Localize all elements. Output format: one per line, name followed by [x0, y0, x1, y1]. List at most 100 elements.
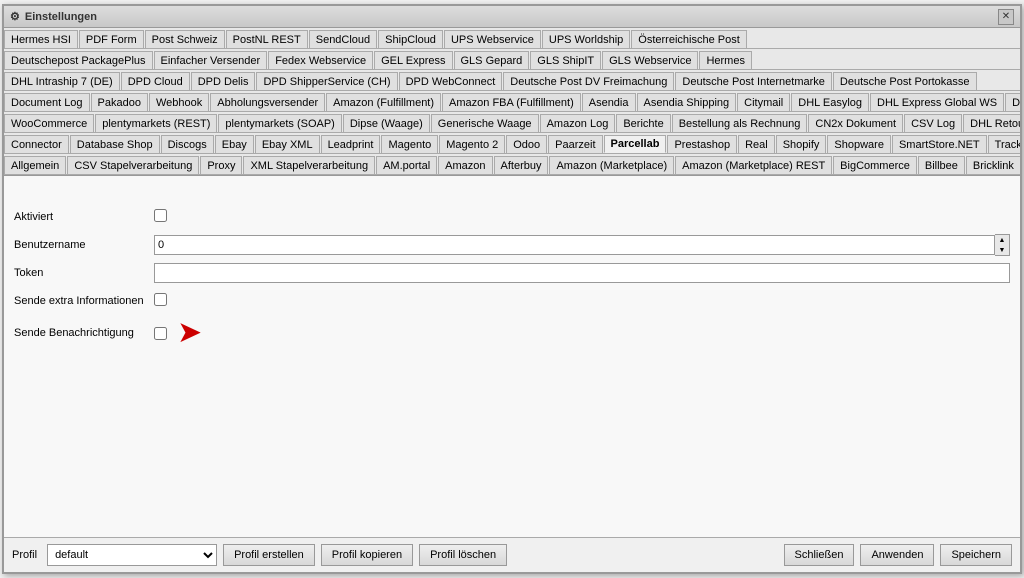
tab-dhl-retoure[interactable]: DHL Retoure — [963, 114, 1020, 132]
tab-plentymarkets-soap[interactable]: plentymarkets (SOAP) — [218, 114, 341, 132]
tab-amazon-log[interactable]: Amazon Log — [540, 114, 616, 132]
tab-deutschepost-packageplus[interactable]: Deutschepost PackagePlus — [4, 51, 153, 69]
tab-berichte[interactable]: Berichte — [616, 114, 670, 132]
aktiviert-checkbox[interactable] — [154, 209, 167, 222]
tab-hermes[interactable]: Hermes — [699, 51, 752, 69]
title-bar-text: ⚙ Einstellungen — [10, 10, 97, 23]
tab-fedex-webservice[interactable]: Fedex Webservice — [268, 51, 373, 69]
tab-gls-webservice[interactable]: GLS Webservice — [602, 51, 698, 69]
tab-odoo[interactable]: Odoo — [506, 135, 547, 153]
anwenden-button[interactable]: Anwenden — [860, 544, 934, 566]
tab-csv-stapel[interactable]: CSV Stapelverarbeitung — [67, 156, 199, 174]
tab-afterbuy[interactable]: Afterbuy — [494, 156, 549, 174]
tab-bigcommerce[interactable]: BigCommerce — [833, 156, 917, 174]
tab-prestashop[interactable]: Prestashop — [667, 135, 737, 153]
tab-discogs[interactable]: Discogs — [161, 135, 214, 153]
close-window-button[interactable]: ✕ — [998, 9, 1014, 25]
tab-am-portal[interactable]: AM.portal — [376, 156, 437, 174]
tab-sendcloud[interactable]: SendCloud — [309, 30, 377, 48]
tab-proxy[interactable]: Proxy — [200, 156, 242, 174]
tab-dhl-easylog[interactable]: DHL Easylog — [791, 93, 869, 111]
sende-extra-checkbox[interactable] — [154, 293, 167, 306]
tab-ebay[interactable]: Ebay — [215, 135, 254, 153]
tab-webhook[interactable]: Webhook — [149, 93, 209, 111]
benutzername-spin-up[interactable]: ▲ — [995, 235, 1009, 245]
tab-shopware[interactable]: Shopware — [827, 135, 891, 153]
tab-dpd-webconnect[interactable]: DPD WebConnect — [399, 72, 503, 90]
tab-real[interactable]: Real — [738, 135, 775, 153]
tab-paarzeit[interactable]: Paarzeit — [548, 135, 602, 153]
benutzername-spinners: ▲ ▼ — [995, 234, 1010, 256]
tab-cn2x-dokument[interactable]: CN2x Dokument — [808, 114, 903, 132]
tab-deutsche-post-internetmarke[interactable]: Deutsche Post Internetmarke — [675, 72, 831, 90]
sende-extra-label: Sende extra Informationen — [14, 295, 154, 307]
tab-deutsche-post-portokasse[interactable]: Deutsche Post Portokasse — [833, 72, 977, 90]
tab-dhl-express[interactable]: DHL Express Global WS — [870, 93, 1004, 111]
tab-dpd-shipper[interactable]: DPD ShipperService (CH) — [256, 72, 397, 90]
tab-xml-stapel[interactable]: XML Stapelverarbeitung — [243, 156, 375, 174]
tab-amazon-marketplace-rest[interactable]: Amazon (Marketplace) REST — [675, 156, 832, 174]
schliessen-button[interactable]: Schließen — [784, 544, 855, 566]
profil-loeschen-button[interactable]: Profil löschen — [419, 544, 507, 566]
tab-bestellung-rechnung[interactable]: Bestellung als Rechnung — [672, 114, 808, 132]
tab-amazon[interactable]: Amazon — [438, 156, 492, 174]
tab-shopify[interactable]: Shopify — [776, 135, 827, 153]
tab-post-schweiz[interactable]: Post Schweiz — [145, 30, 225, 48]
tab-abholungsversender[interactable]: Abholungsversender — [210, 93, 325, 111]
tab-pakadoo[interactable]: Pakadoo — [91, 93, 148, 111]
content-area: Aktiviert Benutzername ▲ ▼ — [4, 176, 1020, 537]
tab-connector[interactable]: Connector — [4, 135, 69, 153]
tab-gls-gepard[interactable]: GLS Gepard — [454, 51, 530, 69]
tab-ups-worldship[interactable]: UPS Worldship — [542, 30, 630, 48]
profil-label: Profil — [12, 549, 37, 561]
tab-pdf-form[interactable]: PDF Form — [79, 30, 144, 48]
profil-erstellen-button[interactable]: Profil erstellen — [223, 544, 315, 566]
tab-trackingportal[interactable]: Trackingportal — [988, 135, 1020, 153]
tab-gls-shipit[interactable]: GLS ShipIT — [530, 51, 601, 69]
tab-ebay-xml[interactable]: Ebay XML — [255, 135, 320, 153]
tab-postnl-rest[interactable]: PostNL REST — [226, 30, 308, 48]
sende-benachrichtigung-control: ➤ — [154, 318, 1010, 348]
tab-citymail[interactable]: Citymail — [737, 93, 790, 111]
tab-document-log[interactable]: Document Log — [4, 93, 90, 111]
tab-dhl-geschaeft[interactable]: DHL Geschäftskundenversand — [1005, 93, 1020, 111]
tab-smartstore[interactable]: SmartStore.NET — [892, 135, 987, 153]
tab-generische-waage[interactable]: Generische Waage — [431, 114, 539, 132]
tab-amazon-fulfillment[interactable]: Amazon (Fulfillment) — [326, 93, 441, 111]
profil-kopieren-button[interactable]: Profil kopieren — [321, 544, 413, 566]
tab-csv-log[interactable]: CSV Log — [904, 114, 962, 132]
token-input[interactable] — [154, 263, 1010, 283]
sende-benachrichtigung-checkbox[interactable] — [154, 327, 167, 340]
tab-dipse-waage[interactable]: Dipse (Waage) — [343, 114, 430, 132]
benutzername-spin-down[interactable]: ▼ — [995, 245, 1009, 255]
tab-gel-express[interactable]: GEL Express — [374, 51, 452, 69]
tab-deutsche-post-dv[interactable]: Deutsche Post DV Freimachung — [503, 72, 674, 90]
tab-einfacher-versender[interactable]: Einfacher Versender — [154, 51, 268, 69]
tab-oesterreichische-post[interactable]: Österreichische Post — [631, 30, 746, 48]
tab-parcellab[interactable]: Parcellab — [604, 135, 667, 153]
profil-select[interactable]: default — [47, 544, 217, 566]
tab-dhl-intraship[interactable]: DHL Intraship 7 (DE) — [4, 72, 120, 90]
tab-leadprint[interactable]: Leadprint — [321, 135, 381, 153]
tab-allgemein[interactable]: Allgemein — [4, 156, 66, 174]
tab-asendia[interactable]: Asendia — [582, 93, 636, 111]
tab-dpd-delis[interactable]: DPD Delis — [191, 72, 256, 90]
tab-amazon-marketplace[interactable]: Amazon (Marketplace) — [549, 156, 674, 174]
tab-asendia-shipping[interactable]: Asendia Shipping — [637, 93, 737, 111]
tab-dpd-cloud[interactable]: DPD Cloud — [121, 72, 190, 90]
window-icon: ⚙ — [10, 10, 20, 23]
tab-hermes-hsi[interactable]: Hermes HSI — [4, 30, 78, 48]
tab-woocommerce[interactable]: WooCommerce — [4, 114, 94, 132]
tab-shipcloud[interactable]: ShipCloud — [378, 30, 443, 48]
tab-ups-webservice[interactable]: UPS Webservice — [444, 30, 541, 48]
tab-plentymarkets-rest[interactable]: plentymarkets (REST) — [95, 114, 217, 132]
speichern-button[interactable]: Speichern — [940, 544, 1012, 566]
benutzername-input[interactable] — [154, 235, 995, 255]
tab-magento[interactable]: Magento — [381, 135, 438, 153]
tab-database-shop[interactable]: Database Shop — [70, 135, 160, 153]
tab-bricklink[interactable]: Bricklink — [966, 156, 1020, 174]
token-control — [154, 263, 1010, 283]
tab-amazon-fba[interactable]: Amazon FBA (Fulfillment) — [442, 93, 581, 111]
tab-billbee[interactable]: Billbee — [918, 156, 965, 174]
tab-magento-2[interactable]: Magento 2 — [439, 135, 505, 153]
